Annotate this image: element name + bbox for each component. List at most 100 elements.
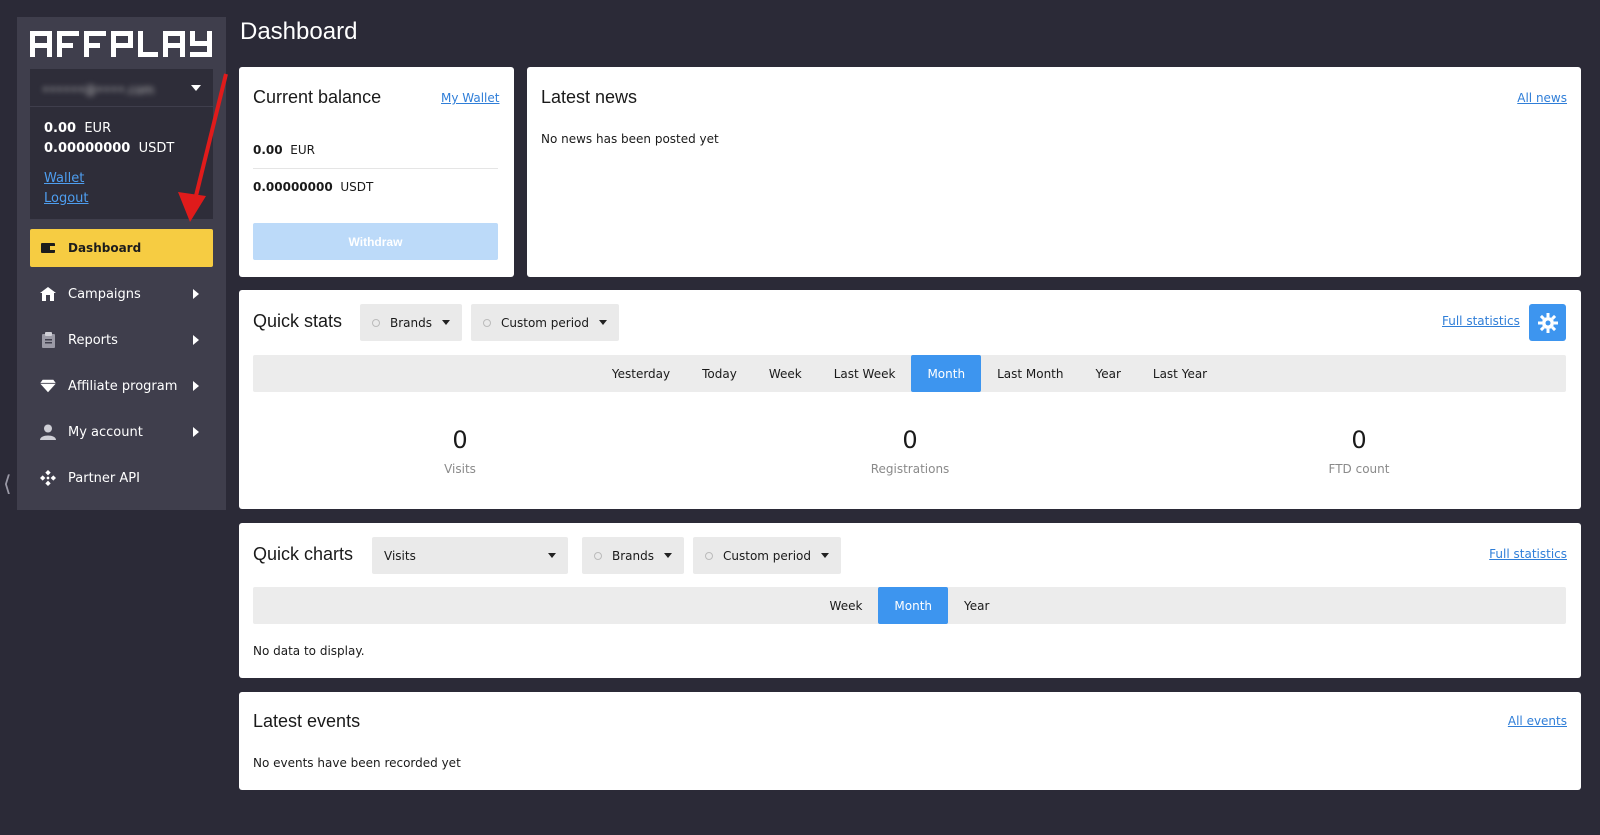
sidebar-item-label: Dashboard	[68, 241, 142, 255]
sidebar-item-affiliate-program[interactable]: Affiliate program	[30, 367, 213, 405]
stat-value: 0	[902, 426, 918, 454]
dropdown-label: Visits	[384, 548, 416, 563]
withdraw-button[interactable]: Withdraw	[253, 223, 498, 260]
stat-visits: 0 Visits	[400, 426, 520, 476]
brands-dropdown[interactable]: Brands	[360, 304, 462, 341]
tab-month[interactable]: Month	[911, 355, 982, 392]
divider	[253, 168, 498, 169]
sidebar-item-label: Campaigns	[68, 286, 141, 302]
chart-period-tabs: Week Month Year	[253, 587, 1566, 624]
sidebar-nav: Dashboard Campaigns Reports Affiliate pr…	[30, 229, 213, 505]
clipboard-icon	[40, 332, 56, 348]
current-balance-card: Current balance My Wallet 0.00 EUR 0.000…	[239, 67, 514, 277]
balance-amount: 0.00000000	[44, 141, 131, 156]
dropdown-label: Brands	[612, 548, 654, 563]
stat-ftd-count: 0 FTD count	[1299, 426, 1419, 476]
sidebar-item-label: Affiliate program	[68, 378, 178, 394]
custom-period-dropdown[interactable]: Custom period	[693, 537, 842, 574]
radio-icon	[372, 318, 380, 327]
card-title: Latest events	[253, 711, 361, 731]
empty-state-text: No events have been recorded yet	[253, 756, 461, 770]
caret-down-icon	[442, 320, 450, 325]
balance-currency: USDT	[138, 141, 175, 156]
balance-row-usdt: 0.00000000 USDT	[253, 180, 498, 194]
tab-yesterday[interactable]: Yesterday	[596, 355, 686, 392]
balance-amount: 0.00	[253, 143, 283, 157]
page-title: Dashboard	[240, 18, 358, 45]
tab-year[interactable]: Year	[1079, 355, 1136, 392]
tab-month[interactable]: Month	[878, 587, 949, 624]
stat-value: 0	[1351, 426, 1367, 454]
wallet-icon	[40, 240, 56, 256]
sidebar-item-reports[interactable]: Reports	[30, 321, 213, 359]
balance-currency: EUR	[290, 143, 315, 157]
latest-events-card: Latest events All events No events have …	[239, 692, 1581, 790]
custom-period-dropdown[interactable]: Custom period	[471, 304, 620, 341]
chevron-right-icon	[193, 381, 199, 391]
sidebar-item-label: Partner API	[68, 470, 140, 486]
dropdown-label: Custom period	[501, 315, 590, 330]
tab-last-year[interactable]: Last Year	[1137, 355, 1223, 392]
annotation-arrow	[178, 73, 228, 222]
chevron-right-icon	[193, 427, 199, 437]
card-title: Quick stats	[253, 311, 343, 331]
caret-down-icon	[821, 553, 830, 558]
balance-currency: USDT	[340, 180, 374, 194]
card-title: Current balance	[253, 87, 382, 107]
affplay-logo[interactable]	[30, 27, 212, 61]
caret-down-icon	[599, 320, 608, 325]
settings-button[interactable]	[1529, 304, 1566, 341]
stat-label: FTD count	[1328, 462, 1390, 476]
collapse-sidebar-handle[interactable]: ⟨	[3, 472, 12, 497]
full-statistics-link[interactable]: Full statistics	[1442, 314, 1520, 328]
sidebar-item-label: My account	[68, 424, 143, 440]
radio-icon	[483, 318, 491, 327]
full-statistics-link[interactable]: Full statistics	[1489, 547, 1567, 561]
tab-last-month[interactable]: Last Month	[981, 355, 1079, 392]
latest-news-card: Latest news All news No news has been po…	[527, 67, 1581, 277]
quick-charts-card: Quick charts Visits Brands Custom period…	[239, 523, 1581, 678]
tab-today[interactable]: Today	[686, 355, 753, 392]
tab-year[interactable]: Year	[948, 587, 1005, 624]
brands-dropdown[interactable]: Brands	[582, 537, 684, 574]
period-tabs: Yesterday Today Week Last Week Month Las…	[253, 355, 1566, 392]
tab-last-week[interactable]: Last Week	[818, 355, 912, 392]
empty-state-text: No data to display.	[253, 644, 365, 658]
metric-select[interactable]: Visits	[372, 537, 568, 574]
caret-down-icon	[664, 553, 672, 558]
stat-value: 0	[452, 426, 468, 454]
sidebar-item-partner-api[interactable]: Partner API	[30, 459, 213, 497]
dropdown-label: Brands	[390, 315, 432, 330]
sidebar-item-label: Reports	[68, 332, 118, 348]
radio-icon	[594, 551, 602, 560]
balance-amount: 0.00000000	[253, 180, 333, 194]
diamond-icon	[40, 378, 56, 394]
dropdown-label: Custom period	[723, 548, 812, 563]
card-title: Quick charts	[253, 544, 354, 564]
chevron-right-icon	[193, 335, 199, 345]
all-news-link[interactable]: All news	[1517, 91, 1567, 105]
sidebar-item-campaigns[interactable]: Campaigns	[30, 275, 213, 313]
account-email: ••••••@••••.com	[42, 83, 155, 97]
home-icon	[40, 286, 56, 302]
stat-registrations: 0 Registrations	[850, 426, 970, 476]
api-icon	[40, 470, 56, 486]
radio-icon	[705, 551, 713, 560]
chevron-right-icon	[193, 289, 199, 299]
sidebar-item-dashboard[interactable]: Dashboard	[30, 229, 213, 267]
tab-week[interactable]: Week	[814, 587, 879, 624]
caret-down-icon	[548, 553, 556, 558]
sidebar-item-my-account[interactable]: My account	[30, 413, 213, 451]
my-wallet-link[interactable]: My Wallet	[441, 91, 499, 105]
balance-row-eur: 0.00 EUR	[253, 143, 498, 157]
tab-week[interactable]: Week	[753, 355, 818, 392]
gear-icon	[1537, 312, 1558, 333]
quick-stats-card: Quick stats Brands Custom period Full st…	[239, 290, 1581, 509]
stat-label: Visits	[444, 462, 476, 476]
balance-amount: 0.00	[44, 121, 77, 136]
all-events-link[interactable]: All events	[1508, 714, 1567, 728]
balance-currency: EUR	[84, 121, 112, 136]
stat-label: Registrations	[870, 462, 950, 476]
card-title: Latest news	[541, 87, 638, 107]
empty-state-text: No news has been posted yet	[541, 132, 719, 146]
